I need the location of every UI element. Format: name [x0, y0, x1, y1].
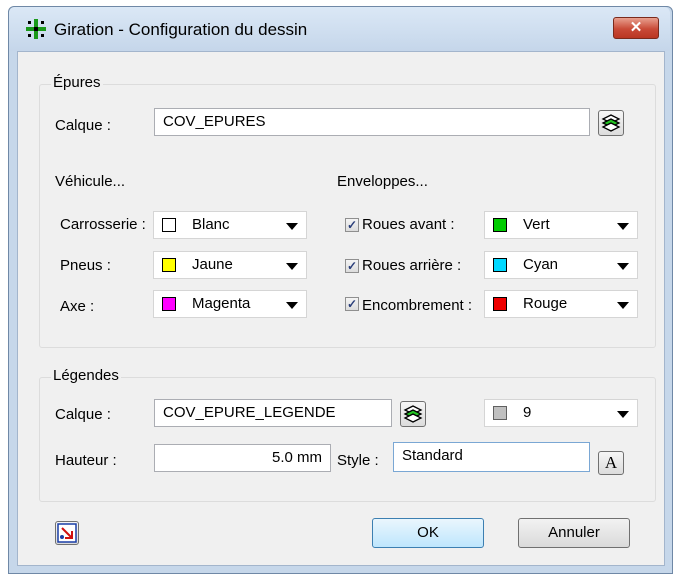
carrosserie-label: Carrosserie : — [60, 216, 146, 233]
roues-avant-checkbox[interactable]: ✓ — [345, 218, 359, 232]
carrosserie-color-select[interactable]: Blanc — [153, 211, 307, 239]
color-swatch — [162, 297, 176, 311]
axe-label: Axe : — [60, 298, 95, 315]
color-swatch — [493, 218, 507, 232]
window-title: Giration - Configuration du dessin — [54, 20, 308, 39]
pneus-color-value: Jaune — [192, 256, 233, 273]
hauteur-label: Hauteur : — [55, 452, 117, 469]
hauteur-input[interactable]: 5.0 mm — [154, 444, 331, 472]
chevron-down-icon — [617, 263, 629, 270]
epures-calque-input[interactable]: COV_EPURES — [154, 108, 590, 136]
carrosserie-color-value: Blanc — [192, 216, 230, 233]
legendes-group-title: Légendes — [51, 367, 121, 384]
chevron-down-icon — [286, 263, 298, 270]
chevron-down-icon — [617, 302, 629, 309]
roues-avant-color-select[interactable]: Vert — [484, 211, 638, 239]
axe-color-select[interactable]: Magenta — [153, 290, 307, 318]
roues-arriere-color-value: Cyan — [523, 256, 559, 273]
color-swatch — [162, 218, 176, 232]
close-icon: ✕ — [629, 19, 643, 36]
color-swatch — [162, 258, 176, 272]
close-button[interactable]: ✕ — [613, 17, 659, 39]
style-input[interactable]: Standard — [393, 442, 590, 472]
legendes-color-value: 9 — [523, 404, 532, 421]
text-style-button[interactable]: A — [598, 451, 624, 475]
legendes-group — [39, 377, 656, 502]
import-settings-icon — [57, 523, 77, 543]
legendes-calque-label: Calque : — [55, 406, 111, 423]
chevron-down-icon — [286, 223, 298, 230]
axe-color-value: Magenta — [192, 295, 251, 312]
style-label: Style : — [337, 452, 379, 469]
cancel-button[interactable]: Annuler — [518, 518, 630, 548]
legendes-layer-button[interactable] — [400, 401, 426, 427]
pneus-color-select[interactable]: Jaune — [153, 251, 307, 279]
roues-avant-label: Roues avant : — [362, 216, 455, 233]
legendes-calque-input[interactable]: COV_EPURE_LEGENDE — [154, 399, 392, 427]
layers-icon — [403, 405, 423, 423]
roues-arriere-color-select[interactable]: Cyan — [484, 251, 638, 279]
legendes-color-select[interactable]: 9 — [484, 399, 638, 427]
epures-group-title: Épures — [51, 74, 103, 91]
text-style-icon: A — [604, 453, 618, 472]
chevron-down-icon — [617, 223, 629, 230]
layers-icon — [601, 114, 621, 132]
color-swatch — [493, 297, 507, 311]
encombrement-label: Encombrement : — [362, 297, 473, 314]
ok-button[interactable]: OK — [372, 518, 484, 548]
vehicule-header: Véhicule... — [55, 173, 126, 190]
encombrement-color-value: Rouge — [523, 295, 568, 312]
encombrement-color-select[interactable]: Rouge — [484, 290, 638, 318]
import-settings-button[interactable] — [55, 521, 79, 545]
pneus-label: Pneus : — [60, 257, 111, 274]
encombrement-checkbox[interactable]: ✓ — [345, 297, 359, 311]
chevron-down-icon — [617, 411, 629, 418]
color-swatch — [493, 406, 507, 420]
roues-arriere-checkbox[interactable]: ✓ — [345, 259, 359, 273]
color-swatch — [493, 258, 507, 272]
roues-arriere-label: Roues arrière : — [362, 257, 462, 274]
epures-calque-label: Calque : — [55, 117, 111, 134]
grid-target-icon — [26, 19, 46, 39]
epures-layer-button[interactable] — [598, 110, 624, 136]
chevron-down-icon — [286, 302, 298, 309]
enveloppes-header: Enveloppes... — [337, 173, 428, 190]
roues-avant-color-value: Vert — [523, 216, 550, 233]
